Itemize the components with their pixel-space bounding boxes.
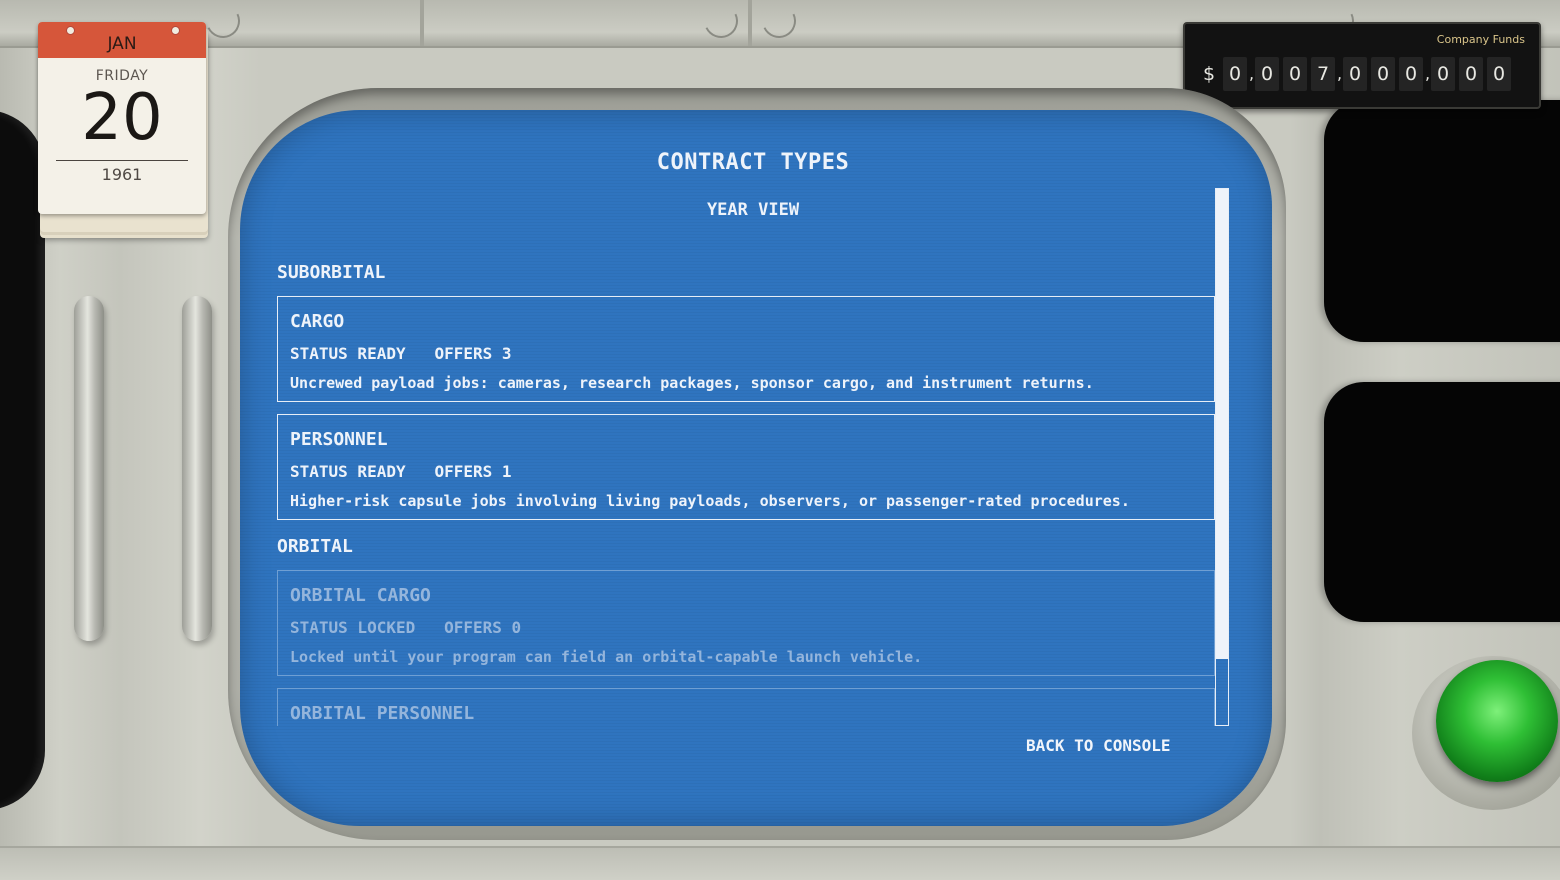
card-status: STATUS READY OFFERS 3 (290, 344, 512, 363)
bottom-console-rail (0, 846, 1560, 880)
card-title: ORBITAL PERSONNEL (290, 703, 475, 724)
section-label-orbital: ORBITAL (277, 536, 353, 557)
currency-symbol: $ (1203, 63, 1216, 85)
console-handle (182, 296, 212, 641)
company-funds-display: Company Funds $ 0 , 0 0 7 , 0 0 0 , 0 0 … (1183, 22, 1541, 109)
scrollbar-thumb[interactable] (1216, 189, 1228, 659)
card-description: Higher-risk capsule jobs involving livin… (290, 492, 1130, 510)
card-status: STATUS LOCKED OFFERS 0 (290, 618, 522, 637)
funds-separator: , (1425, 64, 1431, 83)
contract-card-personnel[interactable]: PERSONNEL STATUS READY OFFERS 1 Higher-r… (277, 414, 1215, 520)
year-view-toggle[interactable]: YEAR VIEW (240, 200, 1266, 220)
rail-divider (748, 0, 752, 46)
contract-card-orbital-personnel[interactable]: ORBITAL PERSONNEL (277, 688, 1215, 726)
calendar-ring-icon (171, 26, 180, 35)
toggle-switch-icon[interactable] (757, 0, 801, 43)
back-to-console-button[interactable]: BACK TO CONSOLE (1026, 736, 1171, 755)
funds-separator: , (1249, 64, 1255, 83)
card-title: CARGO (290, 311, 345, 332)
right-display-panel (1324, 100, 1560, 342)
funds-digit: 0 (1283, 57, 1307, 91)
card-description: Locked until your program can field an o… (290, 648, 923, 666)
green-launch-button[interactable] (1436, 660, 1558, 782)
funds-digit: 0 (1399, 57, 1423, 91)
calendar-day: 20 (81, 81, 163, 155)
calendar-divider (56, 160, 188, 161)
contract-types-screen: CONTRACT TYPES YEAR VIEW SUBORBITAL CARG… (240, 110, 1272, 826)
funds-label: Company Funds (1436, 33, 1525, 46)
funds-digit: 0 (1223, 57, 1247, 91)
funds-digit: 0 (1431, 57, 1455, 91)
funds-digit: 0 (1487, 57, 1511, 91)
funds-counter: $ 0 , 0 0 7 , 0 0 0 , 0 0 0 (1203, 54, 1515, 94)
toggle-switch-icon[interactable] (699, 0, 743, 43)
funds-digit: 0 (1371, 57, 1395, 91)
list-scrollbar[interactable] (1215, 188, 1229, 726)
funds-digit: 0 (1459, 57, 1483, 91)
rail-divider (420, 0, 424, 46)
card-status: STATUS READY OFFERS 1 (290, 462, 512, 481)
section-label-suborbital: SUBORBITAL (277, 262, 386, 283)
funds-separator: , (1337, 64, 1343, 83)
console-handle (74, 296, 104, 641)
contract-list[interactable]: SUBORBITAL CARGO STATUS READY OFFERS 3 U… (276, 256, 1216, 726)
funds-digit: 0 (1255, 57, 1279, 91)
card-description: Uncrewed payload jobs: cameras, research… (290, 374, 1094, 392)
funds-digit: 0 (1343, 57, 1367, 91)
left-side-panel (0, 110, 45, 810)
funds-digit: 7 (1311, 57, 1335, 91)
card-title: PERSONNEL (290, 429, 388, 450)
card-title: ORBITAL CARGO (290, 585, 431, 606)
contract-card-cargo[interactable]: CARGO STATUS READY OFFERS 3 Uncrewed pay… (277, 296, 1215, 402)
contract-card-orbital-cargo[interactable]: ORBITAL CARGO STATUS LOCKED OFFERS 0 Loc… (277, 570, 1215, 676)
right-display-panel (1324, 382, 1560, 622)
calendar-year: 1961 (101, 165, 143, 184)
screen-title: CONTRACT TYPES (656, 150, 850, 175)
calendar-ring-icon (66, 26, 75, 35)
calendar-month: JAN (38, 22, 206, 58)
calendar: JAN FRIDAY 20 1961 (38, 22, 206, 214)
